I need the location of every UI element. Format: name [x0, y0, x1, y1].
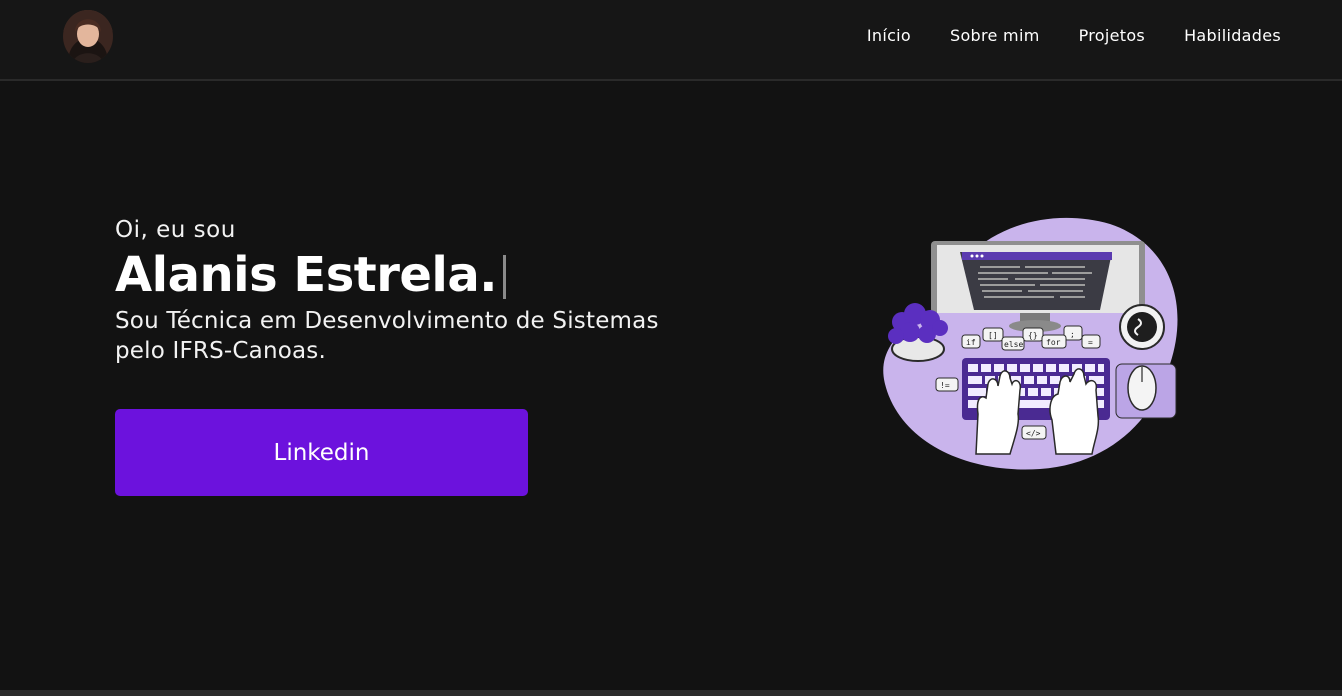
bottom-border: [0, 690, 1342, 696]
svg-text:;: ;: [1070, 330, 1075, 339]
svg-text:[]: []: [988, 331, 998, 340]
svg-text:=: =: [1088, 338, 1093, 347]
svg-text:!=: !=: [940, 381, 950, 390]
hero-description: Sou Técnica em Desenvolvimento de Sistem…: [115, 306, 755, 366]
hero-description-line-2: pelo IFRS-Canoas.: [115, 338, 327, 364]
coding-illustration-icon: [] {} ; if else for = != </>: [883, 217, 1178, 470]
hero-name: Alanis Estrela.: [115, 246, 755, 304]
nav-link-habilidades[interactable]: Habilidades: [1184, 26, 1281, 45]
hero-name-text: Alanis Estrela.: [115, 247, 498, 303]
typing-cursor: [503, 255, 507, 299]
main-nav: Início Sobre mim Projetos Habilidades: [867, 26, 1281, 45]
avatar[interactable]: [63, 10, 113, 63]
svg-text:for: for: [1046, 338, 1061, 347]
svg-text:{}: {}: [1028, 331, 1038, 340]
nav-link-inicio[interactable]: Início: [867, 26, 911, 45]
hero-description-line-1: Sou Técnica em Desenvolvimento de Sistem…: [115, 308, 659, 334]
profile-photo-icon: [63, 10, 113, 63]
developer-illustration: [] {} ; if else for = != </>: [880, 214, 1182, 472]
top-navbar: Início Sobre mim Projetos Habilidades: [0, 0, 1342, 81]
hero-section: Oi, eu sou Alanis Estrela. Sou Técnica e…: [115, 214, 755, 366]
linkedin-button[interactable]: Linkedin: [115, 409, 528, 496]
nav-link-sobre-mim[interactable]: Sobre mim: [950, 26, 1040, 45]
svg-text:else: else: [1004, 340, 1023, 349]
svg-text:if: if: [966, 338, 976, 347]
hero-greeting: Oi, eu sou: [115, 217, 236, 243]
svg-text:</>: </>: [1026, 429, 1041, 438]
nav-link-projetos[interactable]: Projetos: [1079, 26, 1145, 45]
